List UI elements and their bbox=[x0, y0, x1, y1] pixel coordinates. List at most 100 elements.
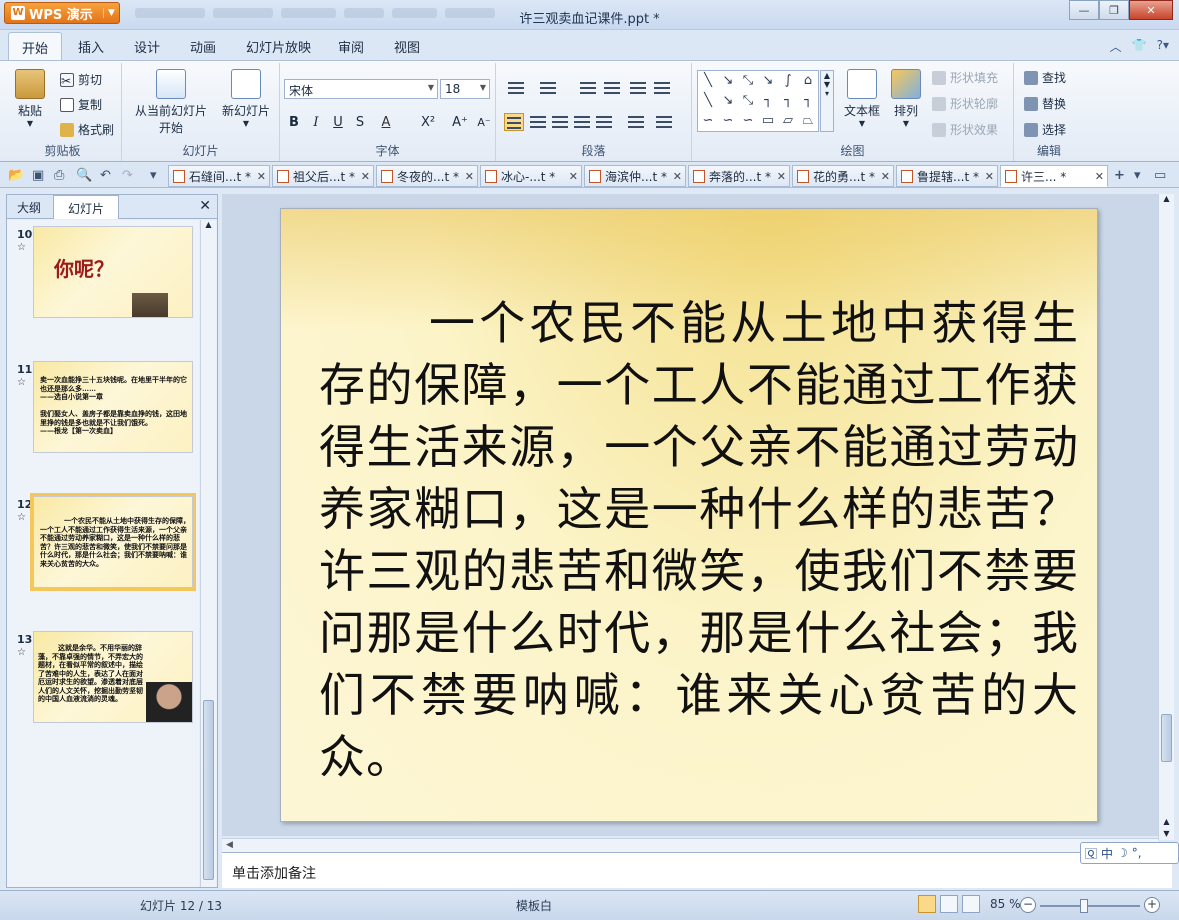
shape-fill-button[interactable]: 形状填充 bbox=[932, 69, 998, 86]
customize-toolbar-icon[interactable]: ▾ bbox=[150, 168, 157, 183]
tab-slideshow[interactable]: 幻灯片放映 bbox=[246, 37, 311, 56]
close-tab-icon[interactable]: ✕ bbox=[257, 170, 266, 183]
next-slide-icon[interactable]: ▼ bbox=[1159, 829, 1174, 838]
line-spacing-icon[interactable] bbox=[626, 113, 646, 131]
doc-tab[interactable]: 石缝间...t * ✕ bbox=[168, 165, 270, 187]
copy-button[interactable]: 复制 bbox=[60, 96, 102, 113]
align-text-icon[interactable] bbox=[652, 79, 672, 97]
connector-shape-icon[interactable]: ┐ bbox=[778, 91, 798, 111]
double-arrow-shape-icon[interactable]: ⤡ bbox=[738, 71, 758, 91]
normal-view-icon[interactable] bbox=[918, 895, 936, 913]
zoom-slider-handle[interactable] bbox=[1080, 899, 1088, 913]
tab-review[interactable]: 审阅 bbox=[338, 37, 364, 56]
cut-button[interactable]: ✂ 剪切 bbox=[60, 71, 102, 88]
close-tab-icon[interactable]: ✕ bbox=[673, 170, 682, 183]
shape-effect-button[interactable]: 形状效果 bbox=[932, 121, 998, 138]
tab-slides[interactable]: 幻灯片 bbox=[53, 195, 119, 219]
play-from-current-button[interactable]: 从当前幻灯片 开始 bbox=[126, 69, 216, 136]
paste-button[interactable]: 粘贴 ▼ bbox=[10, 69, 50, 128]
doc-tab[interactable]: 海滨仲...t * ✕ bbox=[584, 165, 686, 187]
trapezoid-shape-icon[interactable]: ⏢ bbox=[798, 111, 818, 131]
connector-shape-icon[interactable]: ┐ bbox=[758, 91, 778, 111]
format-painter-button[interactable]: 格式刷 bbox=[60, 121, 114, 138]
font-size-select[interactable]: 18 ▼ bbox=[440, 79, 490, 99]
slide-thumbnail-selected[interactable]: 一个农民不能从土地中获得生存的保障，一个工人不能通过工作获得生活来源，一个父亲不… bbox=[30, 493, 196, 591]
close-tab-icon[interactable]: ✕ bbox=[361, 170, 370, 183]
textbox-button[interactable]: 文本框 ▼ bbox=[840, 69, 884, 128]
scroll-thumb[interactable] bbox=[203, 700, 214, 880]
slide-thumbnail[interactable]: 这就是余华。不用华丽的辞藻，不靠卓强的情节，不弄宏大的题材，在看似平常的叙述中，… bbox=[33, 631, 193, 723]
tab-insert[interactable]: 插入 bbox=[78, 37, 104, 56]
thumbnail-scrollbar[interactable]: ▲ bbox=[200, 220, 216, 887]
save-icon[interactable]: ▣ bbox=[32, 168, 44, 183]
tab-list-icon[interactable]: ▾ bbox=[1134, 168, 1141, 183]
window-mode-icon[interactable]: ▭ bbox=[1154, 168, 1166, 183]
shadow-button[interactable]: S bbox=[350, 113, 370, 133]
arrange-button[interactable]: 排列 ▼ bbox=[888, 69, 924, 128]
print-icon[interactable]: ⎙ bbox=[54, 168, 64, 183]
line-shape-icon[interactable]: ╲ bbox=[698, 91, 718, 111]
bold-button[interactable]: B bbox=[284, 113, 304, 133]
zoom-out-button[interactable]: − bbox=[1020, 897, 1036, 913]
maximize-button[interactable]: ❐ bbox=[1099, 0, 1129, 20]
font-color-button[interactable]: A bbox=[376, 113, 396, 133]
distribute-icon[interactable] bbox=[594, 113, 614, 131]
ime-toolbar[interactable]: 🅀 中 ☽ °, bbox=[1080, 842, 1179, 864]
close-tab-icon[interactable]: ✕ bbox=[881, 170, 890, 183]
close-tab-icon[interactable]: ✕ bbox=[777, 170, 786, 183]
slide-thumbnail[interactable]: 卖一次血能挣三十五块钱呢。在地里干半年的它也还是那么多…… ——选自小说第一章 … bbox=[33, 361, 193, 453]
shape-outline-button[interactable]: 形状轮廓 bbox=[932, 95, 998, 112]
doc-tab[interactable]: 花的勇...t * ✕ bbox=[792, 165, 894, 187]
superscript-button[interactable]: X² bbox=[418, 113, 438, 133]
print-preview-icon[interactable]: 🔍 bbox=[76, 168, 92, 183]
slide-body-text[interactable]: 一个农民不能从土地中获得生存的保障，一个工人不能通过工作获得生活来源，一个父亲不… bbox=[319, 292, 1079, 788]
close-icon[interactable]: ✕ bbox=[199, 198, 211, 214]
connector-shape-icon[interactable]: ┐ bbox=[798, 91, 818, 111]
line-shape-icon[interactable]: ╲ bbox=[698, 71, 718, 91]
close-button[interactable]: ✕ bbox=[1129, 0, 1173, 20]
slide-sorter-icon[interactable] bbox=[940, 895, 958, 913]
collapse-ribbon-icon[interactable]: ︿ bbox=[1110, 38, 1122, 55]
new-slide-button[interactable]: 新幻灯片 ▼ bbox=[218, 69, 274, 128]
doc-tab-active[interactable]: 许三... * ✕ bbox=[1000, 165, 1108, 187]
skin-icon[interactable]: 👕 bbox=[1132, 38, 1147, 55]
zoom-slider[interactable] bbox=[1040, 905, 1140, 907]
curve-shape-icon[interactable]: ∫ bbox=[778, 71, 798, 91]
grow-font-button[interactable]: A⁺ bbox=[450, 113, 470, 133]
replace-button[interactable]: 替换 bbox=[1024, 95, 1066, 112]
arrow-shape-icon[interactable]: ⤡ bbox=[738, 91, 758, 111]
editor-horizontal-scrollbar[interactable]: ◀ bbox=[222, 838, 1158, 852]
rectangle-shape-icon[interactable]: ▭ bbox=[758, 111, 778, 131]
arrow-shape-icon[interactable]: ↘ bbox=[718, 91, 738, 111]
zoom-level[interactable]: 85 % bbox=[990, 897, 1021, 911]
arrow-shape-icon[interactable]: ↘ bbox=[718, 71, 738, 91]
doc-tab[interactable]: 奔落的...t * ✕ bbox=[688, 165, 790, 187]
select-button[interactable]: 选择 bbox=[1024, 121, 1066, 138]
text-direction-icon[interactable] bbox=[628, 79, 648, 97]
zoom-in-button[interactable]: + bbox=[1144, 897, 1160, 913]
current-slide[interactable]: 一个农民不能从土地中获得生存的保障，一个工人不能通过工作获得生活来源，一个父亲不… bbox=[280, 208, 1098, 822]
prev-slide-icon[interactable]: ▲ bbox=[1159, 817, 1174, 826]
doc-tab[interactable]: 鲁提辖...t * ✕ bbox=[896, 165, 998, 187]
doc-tab[interactable]: 祖父后...t * ✕ bbox=[272, 165, 374, 187]
italic-button[interactable]: I bbox=[306, 113, 326, 133]
shapes-gallery[interactable]: ╲ ↘ ⤡ ↘ ∫ ⌂ ╲ ↘ ⤡ ┐ ┐ ┐ ∽ ∽ ∽ ▭ ▱ ⏢ bbox=[697, 70, 819, 132]
doc-tab[interactable]: 冰心-...t * ✕ bbox=[480, 165, 582, 187]
scroll-left-icon[interactable]: ◀ bbox=[226, 840, 233, 850]
align-center-icon[interactable] bbox=[528, 113, 548, 131]
close-tab-icon[interactable]: ✕ bbox=[985, 170, 994, 183]
help-icon[interactable]: ?▾ bbox=[1157, 38, 1169, 55]
slide-thumbnail[interactable]: 你呢？ bbox=[33, 226, 193, 318]
tab-view[interactable]: 视图 bbox=[394, 37, 420, 56]
numbering-icon[interactable] bbox=[538, 79, 558, 97]
scroll-thumb[interactable] bbox=[1161, 714, 1172, 762]
doc-tab[interactable]: 冬夜的...t * ✕ bbox=[376, 165, 478, 187]
tab-home[interactable]: 开始 bbox=[8, 32, 62, 60]
tab-design[interactable]: 设计 bbox=[134, 37, 160, 56]
bullets-icon[interactable] bbox=[506, 79, 526, 97]
minimize-button[interactable]: — bbox=[1069, 0, 1099, 20]
close-tab-icon[interactable]: ✕ bbox=[465, 170, 474, 183]
close-tab-icon[interactable]: ✕ bbox=[1095, 170, 1104, 183]
parallelogram-shape-icon[interactable]: ▱ bbox=[778, 111, 798, 131]
curve-connector-icon[interactable]: ∽ bbox=[718, 111, 738, 131]
